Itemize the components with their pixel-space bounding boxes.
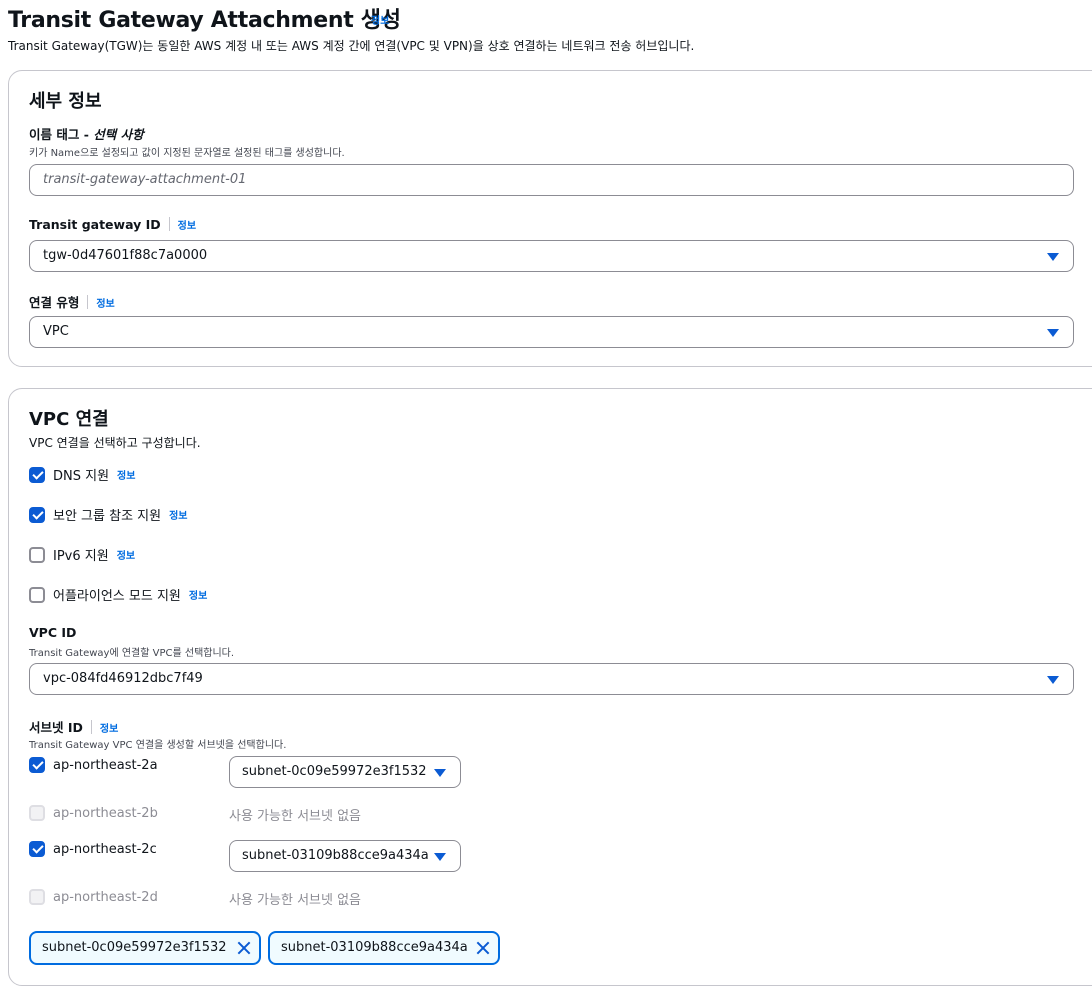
- name-tag-hint: 키가 Name으로 설정되고 값이 지정된 문자열로 설정된 태그를 생성합니다…: [29, 148, 345, 159]
- dns-support-info-link[interactable]: 정보: [117, 467, 135, 482]
- vpc-panel: VPC 연결 VPC 연결을 선택하고 구성합니다. DNS 지원 정보 보안 …: [8, 388, 1092, 986]
- appliance-mode-info-link[interactable]: 정보: [189, 587, 207, 602]
- details-section-title: 세부 정보: [29, 91, 102, 112]
- page-description: Transit Gateway(TGW)는 동일한 AWS 계정 내 또는 AW…: [8, 39, 695, 53]
- no-subnet-2d: 사용 가능한 서브넷 없음: [229, 893, 361, 908]
- az-option-2c[interactable]: ap-northeast-2c: [29, 841, 157, 857]
- caret-down-icon: [434, 769, 446, 777]
- vpc-id-label: VPC ID: [29, 625, 77, 640]
- caret-down-icon: [1047, 329, 1059, 337]
- name-tag-input[interactable]: transit-gateway-attachment-01: [29, 164, 1074, 196]
- tgw-id-select[interactable]: tgw-0d47601f88c7a0000: [29, 240, 1074, 272]
- dns-support-option[interactable]: DNS 지원 정보: [29, 465, 135, 484]
- appliance-mode-checkbox[interactable]: [29, 586, 45, 603]
- sg-reference-info-link[interactable]: 정보: [169, 507, 187, 522]
- close-icon[interactable]: [237, 941, 251, 955]
- sg-reference-option[interactable]: 보안 그룹 참조 지원 정보: [29, 505, 187, 524]
- attachment-type-select[interactable]: VPC: [29, 316, 1074, 348]
- subnet-token: subnet-0c09e59972e3f1532: [29, 931, 261, 965]
- appliance-mode-option[interactable]: 어플라이언스 모드 지원 정보: [29, 585, 207, 604]
- vpc-section-description: VPC 연결을 선택하고 구성합니다.: [29, 436, 201, 450]
- az-option-2a[interactable]: ap-northeast-2a: [29, 757, 158, 773]
- caret-down-icon: [1047, 253, 1059, 261]
- az-2c-checkbox[interactable]: [29, 841, 45, 857]
- subnet-id-hint: Transit Gateway VPC 연결을 생성할 서브넷을 선택합니다.: [29, 740, 287, 751]
- vpc-id-select[interactable]: vpc-084fd46912dbc7f49: [29, 663, 1074, 695]
- az-2b-checkbox: [29, 805, 45, 821]
- az-2a-checkbox[interactable]: [29, 757, 45, 773]
- az-option-2b: ap-northeast-2b: [29, 805, 158, 821]
- ipv6-support-option[interactable]: IPv6 지원 정보: [29, 545, 135, 564]
- subnet-id-info-link[interactable]: 정보: [100, 724, 118, 735]
- az-option-2d: ap-northeast-2d: [29, 889, 158, 905]
- subnet-token: subnet-03109b88cce9a434a: [268, 931, 500, 965]
- attachment-type-info-link[interactable]: 정보: [96, 299, 114, 310]
- subnet-select-2a[interactable]: subnet-0c09e59972e3f1532: [229, 756, 461, 788]
- caret-down-icon: [434, 853, 446, 861]
- subnet-id-label: 서브넷 ID 정보: [29, 720, 119, 735]
- vpc-section-title: VPC 연결: [29, 409, 109, 430]
- name-tag-label: 이름 태그 - 선택 사항: [29, 127, 144, 142]
- tgw-id-label: Transit gateway ID 정보: [29, 217, 197, 232]
- tgw-id-info-link[interactable]: 정보: [178, 221, 196, 232]
- ipv6-support-info-link[interactable]: 정보: [117, 547, 135, 562]
- details-panel: 세부 정보 이름 태그 - 선택 사항 키가 Name으로 설정되고 값이 지정…: [8, 70, 1092, 367]
- page-title: Transit Gateway Attachment 생성: [8, 8, 401, 33]
- ipv6-support-checkbox[interactable]: [29, 546, 45, 563]
- sg-reference-checkbox[interactable]: [29, 506, 45, 523]
- vpc-id-hint: Transit Gateway에 연결할 VPC를 선택합니다.: [29, 648, 235, 659]
- attachment-type-label: 연결 유형 정보: [29, 295, 115, 310]
- close-icon[interactable]: [476, 941, 490, 955]
- caret-down-icon: [1047, 676, 1059, 684]
- az-2d-checkbox: [29, 889, 45, 905]
- subnet-select-2c[interactable]: subnet-03109b88cce9a434a: [229, 840, 461, 872]
- no-subnet-2b: 사용 가능한 서브넷 없음: [229, 809, 361, 824]
- title-info-link[interactable]: 정보: [371, 12, 389, 27]
- dns-support-checkbox[interactable]: [29, 466, 45, 483]
